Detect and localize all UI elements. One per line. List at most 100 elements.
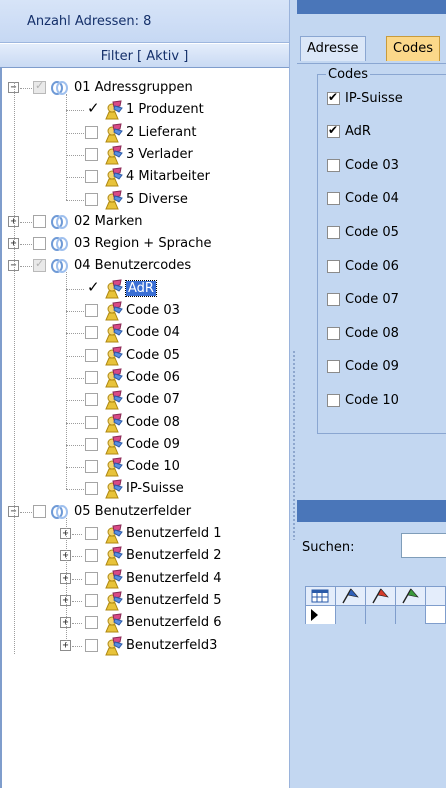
grid-column-flag-red[interactable] xyxy=(366,587,396,605)
tree-item-label[interactable]: Benutzerfeld3 xyxy=(126,638,217,653)
item-checkbox[interactable] xyxy=(85,348,98,362)
tree-item-label[interactable]: Benutzerfeld 1 xyxy=(126,526,222,541)
item-checkbox[interactable] xyxy=(85,192,98,206)
group-checkbox[interactable] xyxy=(33,214,46,228)
tab-codes[interactable]: Codes xyxy=(386,36,441,61)
item-checkbox[interactable] xyxy=(85,147,98,161)
tree-group-label[interactable]: 03 Region + Sprache xyxy=(74,236,212,251)
tab-adresse[interactable]: Adresse xyxy=(300,36,366,61)
code-checkbox[interactable] xyxy=(327,192,340,206)
tree-item-label[interactable]: Benutzerfeld 6 xyxy=(126,615,222,630)
group-checkbox[interactable] xyxy=(33,237,46,251)
group-checkbox[interactable] xyxy=(33,504,46,518)
code-option[interactable]: IP-Suisse xyxy=(327,88,403,108)
item-checkbox[interactable] xyxy=(85,304,98,317)
code-option[interactable]: Code 07 xyxy=(327,290,399,310)
code-option[interactable]: Code 09 xyxy=(327,357,399,377)
grid-cell[interactable] xyxy=(336,606,366,624)
tree-item-label[interactable]: Benutzerfeld 5 xyxy=(126,593,222,608)
checkmark-icon[interactable]: ✓ xyxy=(87,99,100,117)
code-checkbox[interactable] xyxy=(327,225,340,239)
code-checkbox[interactable] xyxy=(327,90,340,105)
tree-connector xyxy=(66,199,84,201)
item-checkbox[interactable] xyxy=(85,437,98,451)
code-option[interactable]: Code 06 xyxy=(327,256,399,276)
grid-header xyxy=(305,586,446,606)
tree-group-label[interactable]: 05 Benutzerfelder xyxy=(74,504,191,519)
grid-cell[interactable] xyxy=(366,606,396,624)
tree-connector xyxy=(14,82,15,654)
tree-item-label[interactable]: Code 07 xyxy=(126,392,180,407)
search-input[interactable] xyxy=(401,533,446,558)
tree-item-label[interactable]: Code 05 xyxy=(126,348,180,363)
tree-item-label[interactable]: AdR xyxy=(125,279,157,297)
tree-group-label[interactable]: 02 Marken xyxy=(74,214,143,229)
grid-column-flag-green[interactable] xyxy=(396,587,426,605)
tree-item-label[interactable]: 3 Verlader xyxy=(126,147,193,162)
splitter-grip[interactable] xyxy=(292,350,296,540)
grid-column-flag-blue[interactable] xyxy=(336,587,366,605)
item-checkbox[interactable] xyxy=(85,326,98,340)
tree-item-label[interactable]: Code 03 xyxy=(126,303,180,318)
tree-item-label[interactable]: Benutzerfeld 4 xyxy=(126,571,222,586)
tree-item-label[interactable]: Code 06 xyxy=(126,370,180,385)
item-checkbox[interactable] xyxy=(85,593,98,607)
code-checkbox[interactable] xyxy=(327,326,340,340)
codes-tab-panel: Codes IP-Suisse AdR Code 03 Code 04 Code 05 C… xyxy=(297,63,446,503)
code-checkbox[interactable] xyxy=(327,360,340,374)
item-checkbox[interactable] xyxy=(85,393,98,407)
tree-item-label[interactable]: Code 09 xyxy=(126,437,180,452)
code-checkbox[interactable] xyxy=(327,123,340,139)
code-option[interactable]: Code 10 xyxy=(327,390,399,410)
tree-connector xyxy=(72,645,82,647)
code-label: Code 10 xyxy=(345,392,399,408)
item-checkbox[interactable] xyxy=(85,616,98,630)
code-option[interactable]: Code 03 xyxy=(327,155,399,175)
code-label: IP-Suisse xyxy=(345,90,403,106)
codes-legend: Codes xyxy=(326,67,371,82)
table-icon[interactable] xyxy=(306,587,336,605)
item-checkbox[interactable] xyxy=(85,125,98,139)
tree-connector xyxy=(20,511,32,513)
tree-item-label[interactable]: Code 08 xyxy=(126,415,180,430)
tree-item-label[interactable]: Benutzerfeld 2 xyxy=(126,548,222,563)
person-pin-icon xyxy=(103,279,123,299)
item-checkbox[interactable] xyxy=(85,170,98,184)
checkmark-icon[interactable]: ✓ xyxy=(87,278,100,296)
tree-item-label[interactable]: IP-Suisse xyxy=(126,481,184,496)
item-checkbox[interactable] xyxy=(85,549,98,563)
code-option[interactable]: AdR xyxy=(327,122,371,142)
tree-connector xyxy=(66,94,67,200)
group-checkbox[interactable] xyxy=(33,257,46,273)
item-checkbox[interactable] xyxy=(85,571,98,585)
tree-item-label[interactable]: Code 04 xyxy=(126,325,180,340)
tree-group-label[interactable]: 01 Adressgruppen xyxy=(74,80,193,95)
tree-connector xyxy=(66,517,67,646)
tree-item-label[interactable]: Code 10 xyxy=(126,459,180,474)
code-checkbox[interactable] xyxy=(327,158,340,172)
group-checkbox[interactable] xyxy=(33,79,46,94)
item-checkbox[interactable] xyxy=(85,460,98,474)
item-checkbox[interactable] xyxy=(85,415,98,429)
code-option[interactable]: Code 08 xyxy=(327,323,399,343)
tree-item-label[interactable]: 2 Lieferant xyxy=(126,125,196,140)
item-checkbox[interactable] xyxy=(85,370,98,384)
code-option[interactable]: Code 04 xyxy=(327,189,399,209)
code-checkbox[interactable] xyxy=(327,293,340,307)
tree-group-label[interactable]: 04 Benutzercodes xyxy=(74,258,191,273)
tree-item-label[interactable]: 4 Mitarbeiter xyxy=(126,169,210,184)
code-checkbox[interactable] xyxy=(327,259,340,273)
panel-splitter[interactable] xyxy=(289,0,297,788)
tree-item-label[interactable]: 5 Diverse xyxy=(126,192,188,207)
tree-item-label[interactable]: 1 Produzent xyxy=(126,102,204,117)
code-checkbox[interactable] xyxy=(327,393,340,407)
grid-row[interactable] xyxy=(305,606,446,624)
tree-connector xyxy=(20,266,32,268)
grid-cell[interactable] xyxy=(396,606,426,624)
item-checkbox[interactable] xyxy=(85,638,98,652)
item-checkbox[interactable] xyxy=(85,527,98,540)
item-checkbox[interactable] xyxy=(85,482,98,496)
code-option[interactable]: Code 05 xyxy=(327,222,399,242)
filter-header[interactable]: Filter [ Aktiv ] xyxy=(0,43,289,68)
tree-connector xyxy=(20,244,32,246)
